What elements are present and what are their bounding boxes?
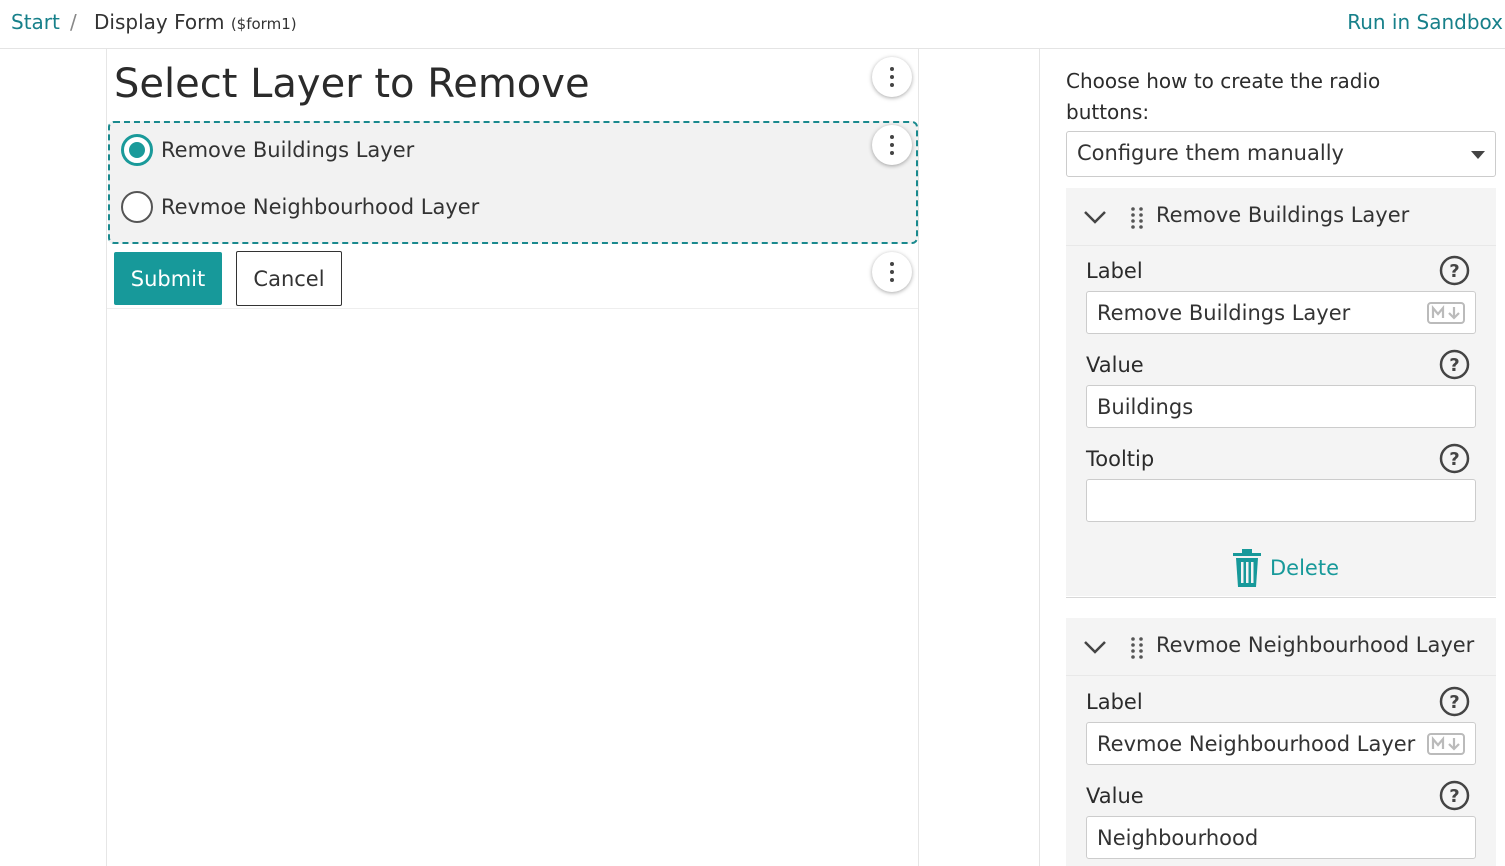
radio-label: Revmoe Neighbourhood Layer xyxy=(161,195,480,219)
value-input[interactable] xyxy=(1086,816,1476,859)
radio-group: Remove Buildings Layer Revmoe Neighbourh… xyxy=(108,121,918,244)
svg-text:?: ? xyxy=(1449,355,1459,376)
markdown-icon[interactable] xyxy=(1427,733,1465,755)
radio-item-title: Revmoe Neighbourhood Layer xyxy=(1156,633,1475,657)
caret-down-icon xyxy=(1471,151,1485,159)
help-icon[interactable]: ? xyxy=(1439,780,1470,811)
label-field-caption: Label xyxy=(1086,259,1143,283)
delete-label: Delete xyxy=(1270,556,1339,580)
value-field-caption: Value xyxy=(1086,353,1144,377)
card-separator xyxy=(1066,597,1496,619)
radio-item-title: Remove Buildings Layer xyxy=(1156,203,1410,227)
radio-item-header: Revmoe Neighbourhood Layer xyxy=(1066,618,1496,676)
markdown-icon[interactable] xyxy=(1427,302,1465,324)
select-value: Configure them manually xyxy=(1077,141,1344,165)
label-input[interactable] xyxy=(1086,722,1476,765)
value-field-caption: Value xyxy=(1086,784,1144,808)
radio-button-unchecked[interactable] xyxy=(121,191,153,223)
breadcrumb-current-label: Display Form xyxy=(94,10,225,34)
run-in-sandbox-link[interactable]: Run in Sandbox xyxy=(1347,10,1503,34)
radio-item-header: Remove Buildings Layer xyxy=(1066,188,1496,246)
title-kebab-menu-icon[interactable] xyxy=(872,57,912,97)
radio-kebab-menu-icon[interactable] xyxy=(872,125,912,165)
radio-button-checked[interactable] xyxy=(121,134,153,166)
help-icon[interactable]: ? xyxy=(1439,255,1470,286)
radio-label: Remove Buildings Layer xyxy=(161,138,415,162)
tooltip-field-caption: Tooltip xyxy=(1086,447,1155,471)
buttons-kebab-menu-icon[interactable] xyxy=(872,252,912,292)
cancel-button[interactable]: Cancel xyxy=(236,251,342,306)
help-icon[interactable]: ? xyxy=(1439,349,1470,380)
breadcrumb-start-link[interactable]: Start xyxy=(11,10,60,34)
panel-prompt: Choose how to create the radio buttons: xyxy=(1066,69,1381,124)
trash-icon xyxy=(1233,549,1261,587)
drag-handle-icon[interactable] xyxy=(1130,636,1144,660)
help-icon[interactable]: ? xyxy=(1439,686,1470,717)
delete-option-button[interactable]: Delete xyxy=(1232,549,1339,587)
label-field-caption: Label xyxy=(1086,690,1143,714)
svg-text:?: ? xyxy=(1449,786,1459,807)
form-canvas: Select Layer to Remove Remove Buildings … xyxy=(106,49,919,866)
breadcrumb-current: Display Form ($form1) xyxy=(94,10,297,34)
radio-mode-select[interactable]: Configure them manually xyxy=(1066,131,1496,177)
breadcrumb-separator: / xyxy=(70,10,77,34)
svg-text:?: ? xyxy=(1449,449,1459,470)
chevron-down-icon[interactable] xyxy=(1082,634,1108,660)
tooltip-input[interactable] xyxy=(1086,479,1476,522)
chevron-down-icon[interactable] xyxy=(1082,204,1108,230)
radio-item-card-2: Revmoe Neighbourhood Layer Label ? Value… xyxy=(1066,618,1496,866)
breadcrumb-current-id: ($form1) xyxy=(230,15,297,33)
value-input[interactable] xyxy=(1086,385,1476,428)
form-title: Select Layer to Remove xyxy=(114,61,590,107)
top-bar: Start / Display Form ($form1) Run in San… xyxy=(0,0,1505,49)
svg-text:?: ? xyxy=(1449,261,1459,282)
properties-panel: Choose how to create the radio buttons: … xyxy=(1039,49,1505,866)
radio-option-buildings[interactable]: Remove Buildings Layer xyxy=(121,134,414,166)
radio-item-card-1: Remove Buildings Layer Label ? Value ? T… xyxy=(1066,188,1496,596)
help-icon[interactable]: ? xyxy=(1439,443,1470,474)
divider xyxy=(107,308,918,309)
svg-text:?: ? xyxy=(1449,692,1459,713)
label-input[interactable] xyxy=(1086,291,1476,334)
radio-option-neighbourhood[interactable]: Revmoe Neighbourhood Layer xyxy=(121,191,479,223)
drag-handle-icon[interactable] xyxy=(1130,206,1144,230)
submit-button[interactable]: Submit xyxy=(114,252,222,305)
